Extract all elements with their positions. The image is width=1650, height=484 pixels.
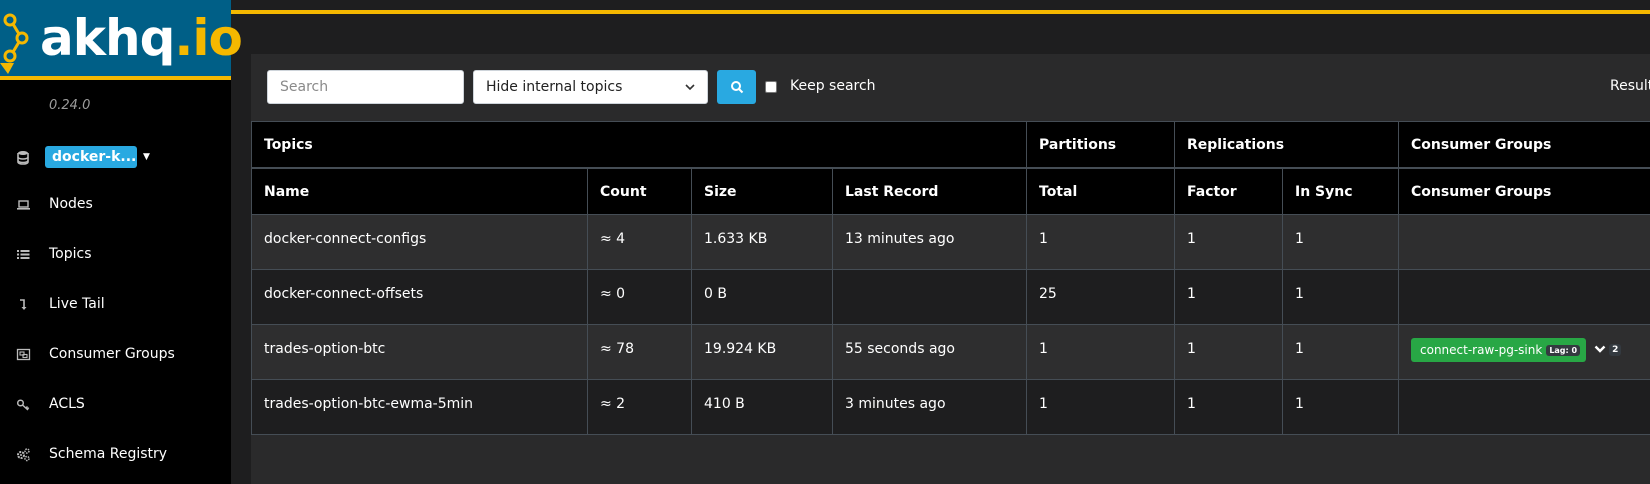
search-button[interactable] (717, 70, 756, 104)
sidebar-item-label: Topics (49, 246, 92, 262)
key-icon (16, 398, 30, 411)
sidebar-item-label: Consumer Groups (49, 346, 175, 362)
search-icon (730, 81, 743, 94)
object-group-icon (16, 348, 31, 360)
sidebar: akhq.io 0.24.0 docker-k... ▼ Nodes Topic… (0, 0, 243, 484)
sidebar-item-acls[interactable]: ACLS (16, 396, 85, 412)
replication-in-sync: 1 (1282, 324, 1399, 380)
table-row[interactable]: trades-option-btc-ewma-5min ≈ 2 410 B 3 … (251, 379, 1650, 435)
topic-last-record: 13 minutes ago (832, 214, 1027, 270)
sidebar-item-label: Nodes (49, 196, 93, 212)
topic-name[interactable]: docker-connect-offsets (251, 269, 588, 325)
keep-search-checkbox[interactable] (765, 81, 777, 93)
topic-count: ≈ 78 (587, 324, 692, 380)
topic-filter-select[interactable]: Hide internal topics (473, 70, 708, 104)
replication-in-sync: 1 (1282, 379, 1399, 435)
consumer-groups-cell (1398, 214, 1650, 270)
level-down-icon (20, 298, 27, 310)
partitions-total: 1 (1026, 214, 1175, 270)
laptop-icon (17, 199, 30, 210)
more-groups-count[interactable]: 2 (1609, 344, 1622, 356)
sidebar-item-label: ACLS (49, 396, 85, 412)
topic-name[interactable]: trades-option-btc-ewma-5min (251, 379, 588, 435)
table-row[interactable]: docker-connect-configs ≈ 4 1.633 KB 13 m… (251, 214, 1650, 270)
group-header-replications: Replications (1174, 121, 1399, 169)
consumer-group-name: connect-raw-pg-sink (1420, 343, 1543, 357)
group-header-topics: Topics (251, 121, 1027, 169)
partitions-total: 1 (1026, 379, 1175, 435)
sidebar-item-label: Live Tail (49, 296, 105, 312)
consumer-groups-cell: connect-raw-pg-sink Lag: 0 2 (1398, 324, 1650, 380)
database-icon (17, 150, 29, 165)
logo-molecule-icon (0, 13, 29, 74)
table-row[interactable]: docker-connect-offsets ≈ 0 0 B 25 1 1 (251, 269, 1650, 325)
sidebar-item-topics[interactable]: Topics (16, 246, 92, 262)
partitions-total: 1 (1026, 324, 1175, 380)
search-input[interactable] (267, 70, 464, 104)
topic-last-record: 3 minutes ago (832, 379, 1027, 435)
table-row[interactable]: trades-option-btc ≈ 78 19.924 KB 55 seco… (251, 324, 1650, 380)
keep-search-label: Keep search (790, 78, 876, 94)
column-header-in-sync[interactable]: In Sync (1282, 167, 1399, 215)
column-header-total[interactable]: Total (1026, 167, 1175, 215)
sidebar-item-nodes[interactable]: Nodes (16, 196, 93, 212)
cogs-icon (17, 447, 30, 461)
topics-table: Topics Partitions Replications Consumer … (251, 121, 1650, 435)
topic-name[interactable]: docker-connect-configs (251, 214, 588, 270)
results-label: Result (1610, 78, 1650, 94)
top-accent-bar (231, 10, 1650, 14)
version-label: 0.24.0 (49, 98, 91, 113)
group-header-consumer-groups: Consumer Groups (1398, 121, 1650, 169)
replication-in-sync: 1 (1282, 214, 1399, 270)
consumer-group-list: connect-raw-pg-sink Lag: 0 2 (1411, 338, 1650, 362)
list-icon (17, 249, 30, 259)
group-header-partitions: Partitions (1026, 121, 1175, 169)
column-header-name[interactable]: Name (251, 167, 588, 215)
topic-size: 410 B (691, 379, 833, 435)
topic-size: 19.924 KB (691, 324, 833, 380)
caret-down-icon[interactable]: ▼ (143, 152, 150, 162)
sidebar-item-label: Schema Registry (49, 446, 168, 462)
topic-last-record: 55 seconds ago (832, 324, 1027, 380)
consumer-groups-cell (1398, 379, 1650, 435)
replication-factor: 1 (1174, 269, 1283, 325)
logo[interactable]: akhq.io (0, 0, 243, 80)
logo-text: akhq.io (40, 9, 243, 67)
sidebar-item-consumer-groups[interactable]: Consumer Groups (16, 346, 175, 362)
column-header-factor[interactable]: Factor (1174, 167, 1283, 215)
column-header-consumer-groups: Consumer Groups (1398, 167, 1650, 215)
table-group-header-row: Topics Partitions Replications Consumer … (251, 121, 1650, 169)
topic-last-record (832, 269, 1027, 325)
partitions-total: 25 (1026, 269, 1175, 325)
topic-name[interactable]: trades-option-btc (251, 324, 588, 380)
consumer-groups-cell (1398, 269, 1650, 325)
topic-size: 1.633 KB (691, 214, 833, 270)
topic-filter-value: Hide internal topics (486, 79, 623, 95)
replication-factor: 1 (1174, 214, 1283, 270)
topic-count: ≈ 4 (587, 214, 692, 270)
consumer-group-badge[interactable]: connect-raw-pg-sink Lag: 0 (1411, 338, 1587, 362)
column-header-last-record[interactable]: Last Record (832, 167, 1027, 215)
replication-factor: 1 (1174, 324, 1283, 380)
chevron-down-icon[interactable] (1594, 343, 1606, 357)
cluster-name[interactable]: docker-k... (45, 146, 137, 168)
topic-count: ≈ 2 (587, 379, 692, 435)
chevron-down-icon (685, 84, 695, 91)
topic-count: ≈ 0 (587, 269, 692, 325)
sidebar-item-live-tail[interactable]: Live Tail (16, 296, 105, 312)
replication-in-sync: 1 (1282, 269, 1399, 325)
lag-badge: Lag: 0 (1546, 344, 1581, 356)
topic-size: 0 B (691, 269, 833, 325)
sidebar-item-schema-registry[interactable]: Schema Registry (16, 446, 167, 462)
cluster-selector[interactable]: docker-k... ▼ (16, 146, 150, 168)
replication-factor: 1 (1174, 379, 1283, 435)
column-header-count[interactable]: Count (587, 167, 692, 215)
column-header-size[interactable]: Size (691, 167, 833, 215)
table-column-header-row: Name Count Size Last Record Total Factor… (251, 167, 1650, 215)
